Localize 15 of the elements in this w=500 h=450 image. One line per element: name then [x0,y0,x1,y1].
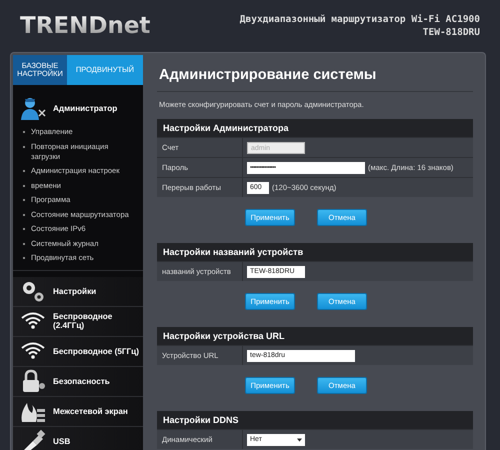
menu-category[interactable]: Межсетевой экран [13,396,143,426]
section-header: Настройки устройства URL [157,327,473,345]
caret-icon [297,438,302,442]
person-icon [19,96,47,120]
section-header: Настройки названий устройств [157,243,473,261]
product-name: Двухдиапазонный маршрутизатор Wi-Fi AC1900 [240,14,480,25]
section-header: Настройки DDNS [157,411,473,429]
menu-category[interactable]: USB [13,426,143,450]
menu-category[interactable]: Безопасность [13,366,143,396]
menu-category[interactable]: Беспроводное (2.4ГГц) [13,306,143,336]
section-header: Настройки Администратора [157,119,473,137]
model-name: TEW-818DRU [422,27,480,38]
page-title: Администрирование системы [157,61,473,92]
menu-category[interactable]: Настройки [13,276,143,306]
menu-category[interactable]: Беспроводное (5ГГц) [13,336,143,366]
